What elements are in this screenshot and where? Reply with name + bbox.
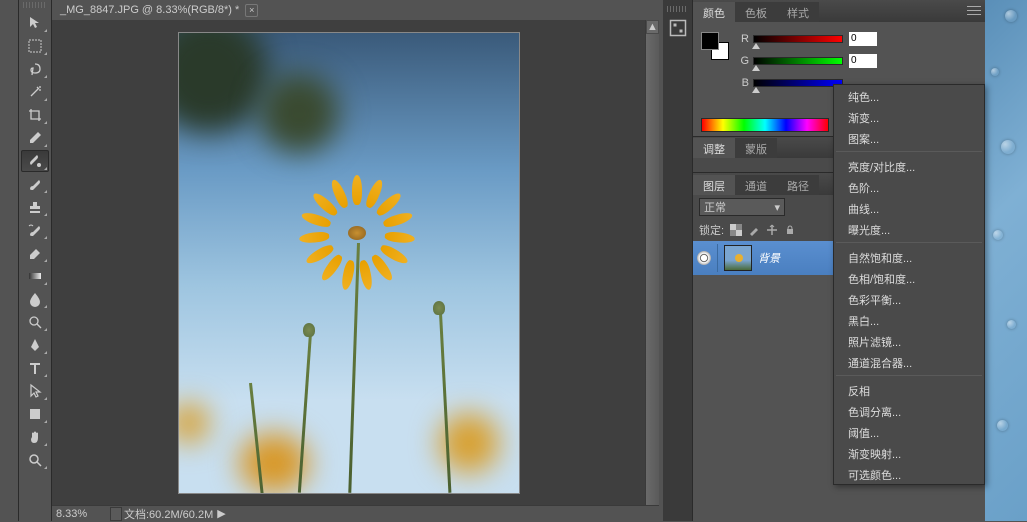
marquee-tool[interactable]: [21, 35, 49, 57]
lock-transparency-icon[interactable]: [730, 224, 742, 236]
eraser-tool[interactable]: [21, 242, 49, 264]
visibility-icon[interactable]: [697, 251, 711, 265]
document-tab[interactable]: _MG_8847.JPG @ 8.33%(RGB/8*) * ×: [52, 0, 659, 20]
blend-mode-select[interactable]: 正常▾: [699, 198, 785, 216]
desktop-background: [985, 0, 1027, 521]
menu-item[interactable]: 亮度/对比度...: [834, 155, 984, 176]
panel-menu-icon[interactable]: [967, 4, 981, 16]
hand-tool[interactable]: [21, 426, 49, 448]
gradient-tool[interactable]: [21, 265, 49, 287]
tab-1[interactable]: 蒙版: [735, 138, 777, 158]
tab-0[interactable]: 调整: [693, 138, 735, 158]
slider-value[interactable]: 0: [849, 54, 877, 68]
tab-0[interactable]: 颜色: [693, 2, 735, 22]
status-bar: 8.33% 文档:60.2M/60.2M ▶: [52, 505, 659, 521]
panel-dock: [663, 0, 693, 521]
canvas-viewport[interactable]: [52, 20, 645, 505]
close-icon[interactable]: ×: [245, 4, 258, 17]
status-grip[interactable]: [110, 507, 122, 521]
scroll-up-icon[interactable]: ▲: [646, 20, 659, 34]
menu-item[interactable]: 色彩平衡...: [834, 288, 984, 309]
tab-1[interactable]: 通道: [735, 175, 777, 195]
lock-all-icon[interactable]: [784, 224, 796, 236]
wand-tool[interactable]: [21, 81, 49, 103]
document-image: [179, 33, 519, 493]
slider-track[interactable]: [753, 79, 843, 87]
lock-position-icon[interactable]: [766, 224, 778, 236]
vertical-scrollbar[interactable]: ▲: [645, 20, 659, 505]
menu-item[interactable]: 通道混合器...: [834, 351, 984, 372]
type-tool[interactable]: [21, 357, 49, 379]
slider-value[interactable]: 0: [849, 32, 877, 46]
menu-item[interactable]: 渐变...: [834, 106, 984, 127]
eyedropper-tool[interactable]: [21, 127, 49, 149]
color-slider-R[interactable]: R0: [735, 30, 877, 48]
color-spectrum[interactable]: [701, 118, 829, 132]
brush-tool[interactable]: [21, 173, 49, 195]
menu-item[interactable]: 照片滤镜...: [834, 330, 984, 351]
menu-item[interactable]: 渐变映射...: [834, 442, 984, 463]
healing-brush-tool[interactable]: [21, 150, 49, 172]
color-panel-tabs: 颜色色板样式: [693, 0, 985, 22]
tab-2[interactable]: 路径: [777, 175, 819, 195]
menu-item[interactable]: 反相: [834, 379, 984, 400]
menu-item[interactable]: 自然饱和度...: [834, 246, 984, 267]
toolbox: [18, 0, 52, 521]
menu-item[interactable]: 曲线...: [834, 197, 984, 218]
stamp-tool[interactable]: [21, 196, 49, 218]
history-brush-tool[interactable]: [21, 219, 49, 241]
adjustment-context-menu: 纯色...渐变...图案... 亮度/对比度...色阶...曲线...曝光度...…: [833, 84, 985, 485]
menu-item[interactable]: 色相/饱和度...: [834, 267, 984, 288]
zoom-field[interactable]: 8.33%: [56, 508, 108, 520]
menu-item[interactable]: 可选颜色...: [834, 463, 984, 484]
menu-item[interactable]: 图案...: [834, 127, 984, 148]
blur-tool[interactable]: [21, 288, 49, 310]
layer-name: 背景: [758, 250, 780, 266]
tab-1[interactable]: 色板: [735, 2, 777, 22]
menu-item[interactable]: 黑白...: [834, 309, 984, 330]
menu-item[interactable]: 曝光度...: [834, 218, 984, 239]
move-tool[interactable]: [21, 12, 49, 34]
document-title: _MG_8847.JPG @ 8.33%(RGB/8*) *: [60, 4, 239, 16]
layer-thumbnail[interactable]: [724, 245, 752, 271]
menu-item[interactable]: 阈值...: [834, 421, 984, 442]
slider-track[interactable]: [753, 35, 843, 43]
path-select-tool[interactable]: [21, 380, 49, 402]
tab-0[interactable]: 图层: [693, 175, 735, 195]
crop-tool[interactable]: [21, 104, 49, 126]
color-swatches[interactable]: [701, 32, 729, 60]
color-slider-B[interactable]: B: [735, 74, 843, 92]
zoom-tool[interactable]: [21, 449, 49, 471]
chevron-down-icon: ▾: [774, 201, 780, 214]
shape-tool[interactable]: [21, 403, 49, 425]
menu-item[interactable]: 纯色...: [834, 85, 984, 106]
foreground-color-swatch[interactable]: [701, 32, 719, 50]
menu-item[interactable]: 色调分离...: [834, 400, 984, 421]
document-info: 文档:60.2M/60.2M: [124, 506, 213, 522]
tab-2[interactable]: 样式: [777, 2, 819, 22]
lasso-tool[interactable]: [21, 58, 49, 80]
pen-tool[interactable]: [21, 334, 49, 356]
menu-item[interactable]: 色阶...: [834, 176, 984, 197]
history-panel-icon[interactable]: [666, 18, 690, 38]
slider-track[interactable]: [753, 57, 843, 65]
chevron-right-icon[interactable]: ▶: [217, 507, 225, 520]
color-slider-G[interactable]: G0: [735, 52, 877, 70]
canvas-area: _MG_8847.JPG @ 8.33%(RGB/8*) * × ▲ 8.33%…: [52, 0, 659, 521]
lock-pixels-icon[interactable]: [748, 224, 760, 236]
dodge-tool[interactable]: [21, 311, 49, 333]
